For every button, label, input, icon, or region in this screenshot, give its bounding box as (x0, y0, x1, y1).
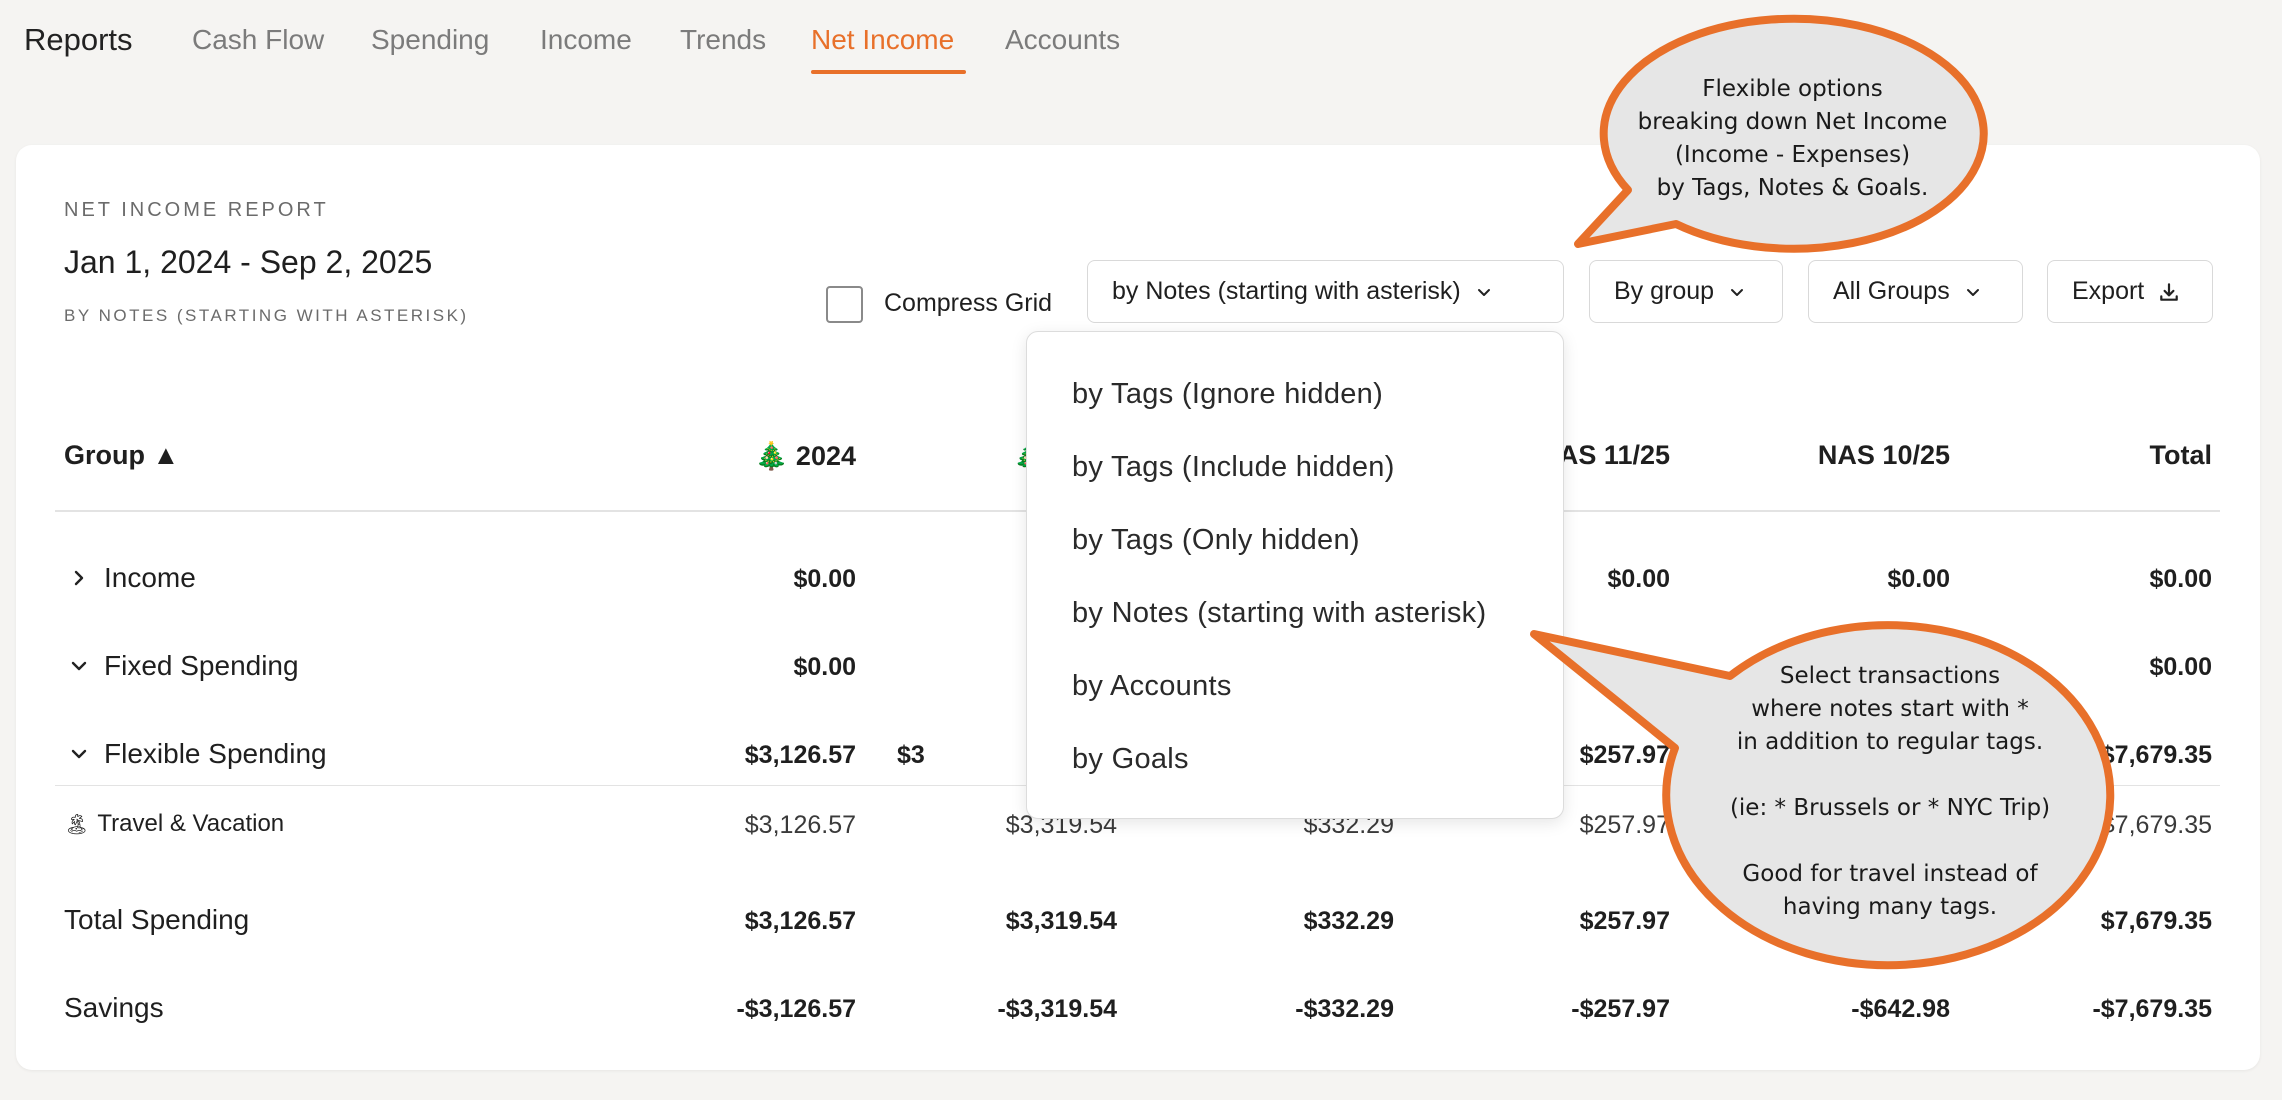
groups-filter-select[interactable]: All Groups (1808, 260, 2023, 323)
chevron-down-icon (1731, 288, 1744, 296)
row-flexible-spending[interactable]: Flexible Spending (68, 738, 327, 770)
cell-total-spending-nas-11-25: $257.97 (1579, 907, 1670, 935)
download-icon (2160, 282, 2179, 301)
app-title: Reports (24, 22, 133, 57)
cell-income-total: $0.00 (2149, 565, 2212, 593)
tab-net-income[interactable]: Net Income (811, 24, 954, 56)
cell-total-spending-col2: $3,319.54 (1005, 907, 1117, 935)
export-button[interactable]: Export (2047, 260, 2213, 323)
compress-grid-checkbox[interactable] (826, 286, 863, 323)
cell-savings-col2: -$3,319.54 (997, 995, 1117, 1023)
tab-cash-flow[interactable]: Cash Flow (192, 24, 324, 56)
cell-savings-nas-11-25: -$257.97 (1571, 995, 1670, 1023)
export-label: Export (2072, 277, 2145, 305)
header-group[interactable]: Group ▲ (64, 440, 179, 471)
cell-savings-nas-10-25: -$642.98 (1851, 995, 1950, 1023)
report-subtitle: BY NOTES (STARTING WITH ASTERISK) (64, 306, 469, 325)
palm-tree-icon: 🏝 (64, 813, 90, 836)
cell-total-spending-col3: $332.29 (1303, 907, 1394, 935)
callout-text-bottom: Select transactions where notes start wi… (1729, 663, 2051, 920)
row-travel-vacation-label: Travel & Vacation (97, 810, 285, 837)
compress-grid-label[interactable]: Compress Grid (884, 289, 1052, 318)
row-income[interactable]: Income (68, 562, 196, 594)
groups-filter-value: All Groups (1833, 277, 1950, 305)
top-navigation: Reports Cash Flow Spending Income Trends… (0, 0, 2282, 80)
breakdown-dropdown-menu: by Tags (Ignore hidden) by Tags (Include… (1026, 331, 1564, 819)
tab-income[interactable]: Income (540, 24, 632, 56)
callout-text-top: Flexible options breaking down Net Incom… (1637, 76, 1948, 201)
menu-item-goals[interactable]: by Goals (1072, 743, 1189, 776)
row-savings: Savings (64, 992, 164, 1024)
cell-income-nas-10-25: $0.00 (1887, 565, 1950, 593)
header-col-total[interactable]: Total (1952, 440, 2213, 471)
cell-travel-2024: $3,126.57 (744, 811, 856, 839)
row-travel-vacation[interactable]: 🏝 Travel & Vacation (64, 810, 284, 838)
header-col-2024[interactable]: 🎄 2024 (596, 440, 856, 472)
cell-savings-total: -$7,679.35 (2092, 995, 2212, 1023)
active-tab-indicator (811, 70, 966, 74)
row-total-spending-label: Total Spending (64, 904, 250, 935)
row-flexible-spending-label: Flexible Spending (104, 738, 327, 769)
row-fixed-spending[interactable]: Fixed Spending (68, 650, 299, 682)
cell-fixed-2024: $0.00 (793, 653, 856, 681)
menu-item-notes-asterisk[interactable]: by Notes (starting with asterisk) (1072, 597, 1486, 630)
report-kicker: NET INCOME REPORT (64, 199, 329, 221)
tab-spending[interactable]: Spending (371, 24, 489, 56)
row-income-label: Income (104, 562, 196, 593)
cell-total-spending-2024: $3,126.57 (744, 907, 856, 935)
cell-flexible-col2: $3 (897, 741, 925, 769)
tab-trends[interactable]: Trends (680, 24, 766, 56)
cell-savings-2024: -$3,126.57 (736, 995, 856, 1023)
group-select[interactable]: By group (1589, 260, 1783, 323)
breakdown-select-value: by Notes (starting with asterisk) (1112, 277, 1461, 305)
menu-item-tags-ignore-hidden[interactable]: by Tags (Ignore hidden) (1072, 378, 1383, 411)
chevron-down-icon[interactable] (68, 655, 90, 677)
report-date-range: Jan 1, 2024 - Sep 2, 2025 (64, 244, 433, 280)
menu-item-tags-include-hidden[interactable]: by Tags (Include hidden) (1072, 451, 1395, 484)
header-col-nas-10-25[interactable]: NAS 10/25 (1690, 440, 1950, 471)
cell-income-2024: $0.00 (793, 565, 856, 593)
row-fixed-spending-label: Fixed Spending (104, 650, 299, 681)
chevron-down-icon[interactable] (68, 743, 90, 765)
chevron-right-icon[interactable] (68, 567, 90, 589)
breakdown-select[interactable]: by Notes (starting with asterisk) (1087, 260, 1564, 323)
chevron-down-icon (1966, 288, 1979, 296)
chevron-down-icon (1477, 288, 1490, 296)
group-select-value: By group (1614, 277, 1715, 305)
row-total-spending: Total Spending (64, 904, 249, 936)
menu-item-accounts[interactable]: by Accounts (1072, 670, 1232, 703)
cell-flexible-2024: $3,126.57 (744, 741, 856, 769)
row-savings-label: Savings (64, 992, 164, 1023)
tab-accounts[interactable]: Accounts (1005, 24, 1120, 56)
cell-savings-col3: -$332.29 (1295, 995, 1394, 1023)
menu-item-tags-only-hidden[interactable]: by Tags (Only hidden) (1072, 524, 1360, 557)
